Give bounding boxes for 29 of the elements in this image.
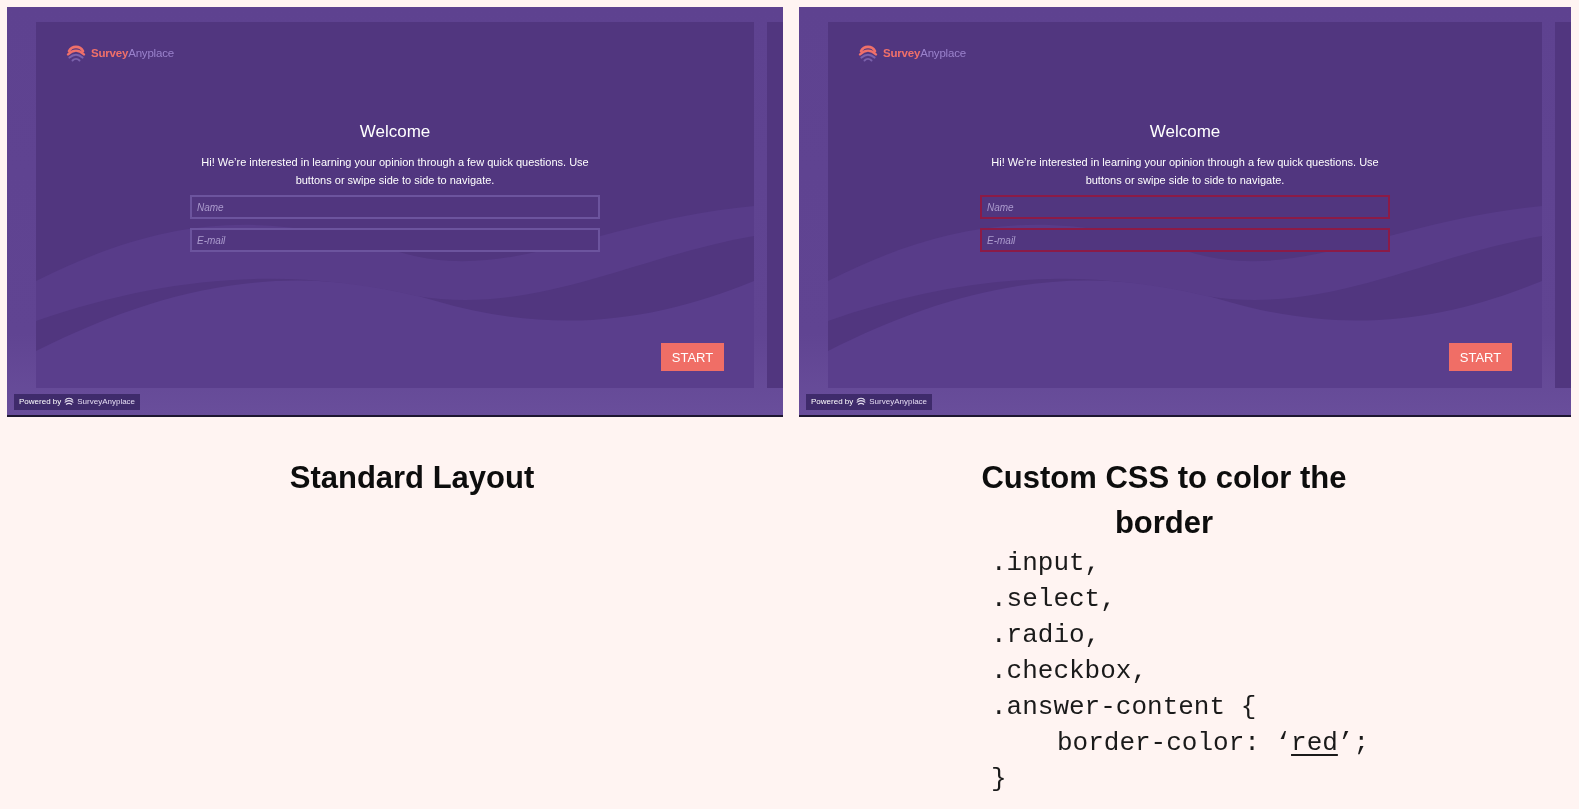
input-field[interactable]: E-mail (980, 228, 1390, 252)
logo-wordmark: SurveyAnyplace (883, 47, 966, 59)
intro-text: Hi! We’re interested in learning your opinion through a few quick questions. Use buttons or swipe side to side to navigate. (200, 155, 590, 188)
code-line: .input, (991, 547, 1102, 580)
input-field[interactable]: Name (980, 195, 1390, 219)
code-line: .radio, (991, 619, 1102, 652)
code-line: .checkbox, (991, 655, 1149, 688)
welcome-title: Welcome (1149, 121, 1221, 143)
intro-text: Hi! We’re interested in learning your opinion through a few quick questions. Use buttons or swipe side to side to navigate. (990, 155, 1380, 188)
badge-brand-text: SurveyAnyplace (869, 397, 928, 406)
powered-by-badge[interactable]: Powered by SurveyAnyplace (806, 393, 933, 410)
code-line: } (991, 763, 1008, 796)
logo-icon (858, 43, 878, 63)
badge-logo-icon (856, 397, 867, 406)
input-field[interactable]: E-mail (190, 228, 600, 252)
powered-by-badge[interactable]: Powered by SurveyAnyplace (14, 393, 141, 410)
caption-heading: Standard Layout (289, 459, 535, 497)
powered-by-text: Powered by (811, 397, 854, 406)
code-line: border-color: ‘red’; (1056, 727, 1370, 760)
code-line: .answer-content { (991, 691, 1258, 724)
input-field[interactable]: Name (190, 195, 600, 219)
badge-brand-text: SurveyAnyplace (77, 397, 136, 406)
caption-heading: Custom CSS to color the border (980, 459, 1348, 542)
badge-logo-icon (64, 397, 75, 406)
logo-icon (66, 43, 86, 63)
welcome-title: Welcome (359, 121, 431, 143)
logo-wordmark: SurveyAnyplace (91, 47, 174, 59)
code-line: .select, (991, 583, 1117, 616)
powered-by-text: Powered by (19, 397, 62, 406)
